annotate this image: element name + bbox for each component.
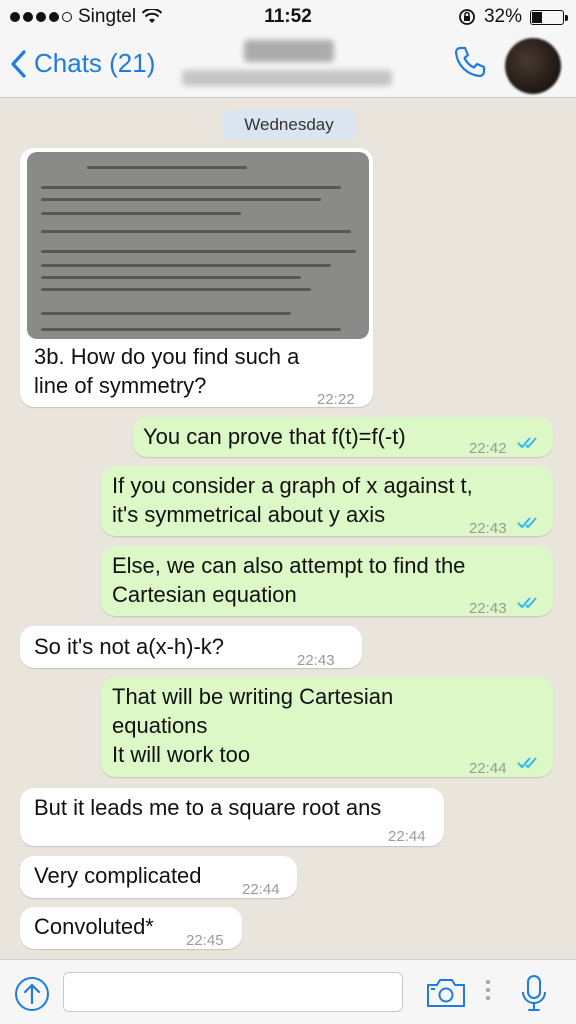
message-timestamp: 22:44 (388, 828, 426, 845)
message-incoming[interactable]: Very complicated 22:44 (20, 856, 297, 898)
message-text: So it's not a(x-h)-k? (34, 634, 225, 659)
message-text: If you consider a graph of x against t, … (112, 473, 473, 527)
contact-subtitle-redacted (182, 70, 392, 86)
upload-arrow-icon (15, 977, 49, 1011)
message-text: But it leads me to a square root ans (34, 795, 382, 820)
chevron-left-icon (11, 49, 26, 78)
voice-message-button[interactable] (521, 974, 547, 1017)
call-button[interactable] (452, 44, 488, 85)
message-text: You can prove that f(t)=f(-t) (143, 424, 406, 449)
composer-bar (0, 959, 576, 1024)
message-text: Convoluted* (34, 914, 154, 939)
message-incoming[interactable]: Convoluted* 22:45 (20, 907, 242, 949)
camera-button[interactable] (426, 978, 466, 1013)
message-outgoing[interactable]: You can prove that f(t)=f(-t) 22:42 (133, 417, 553, 457)
message-text: That will be writing Cartesian equations… (112, 684, 394, 767)
date-separator: Wednesday (222, 110, 356, 140)
message-timestamp: 22:42 (469, 440, 507, 457)
rotation-lock-icon (459, 9, 475, 25)
message-incoming[interactable]: So it's not a(x-h)-k? 22:43 (20, 626, 362, 669)
double-check-icon (517, 757, 537, 769)
camera-icon (427, 979, 465, 1007)
more-options-icon[interactable] (486, 980, 490, 1000)
message-incoming[interactable]: 3b. How do you find such a line of symme… (20, 148, 373, 408)
back-button-label: Chats (21) (34, 48, 156, 78)
message-timestamp: 22:44 (242, 881, 280, 898)
battery-icon (530, 9, 568, 25)
message-list: Wednesday 3b. How do you find such a lin… (0, 99, 576, 959)
status-bar: Singtel 11:52 32% (0, 0, 576, 34)
contact-avatar[interactable] (505, 38, 561, 94)
battery-percent: 32% (483, 6, 522, 27)
message-incoming[interactable]: But it leads me to a square root ans 22:… (20, 788, 444, 846)
contact-name-redacted[interactable] (244, 40, 334, 62)
message-timestamp: 22:22 (317, 391, 355, 408)
chat-header: Chats (21) (0, 34, 576, 98)
attach-button[interactable] (14, 976, 50, 1017)
message-input[interactable] (63, 972, 403, 1012)
double-check-icon (517, 517, 537, 529)
status-right: 32% (458, 6, 568, 28)
double-check-icon (517, 597, 537, 609)
double-check-icon (517, 437, 537, 449)
back-button[interactable]: Chats (21) (10, 48, 155, 79)
message-timestamp: 22:45 (186, 932, 224, 949)
message-outgoing[interactable]: Else, we can also attempt to find the Ca… (101, 546, 553, 617)
message-text: Very complicated (34, 863, 202, 888)
message-timestamp: 22:43 (469, 600, 507, 617)
phone-icon (454, 46, 486, 78)
message-timestamp: 22:44 (469, 760, 507, 777)
message-timestamp: 22:43 (297, 652, 335, 669)
message-timestamp: 22:43 (469, 520, 507, 537)
microphone-icon (522, 975, 546, 1011)
message-photo[interactable] (27, 152, 369, 339)
message-outgoing[interactable]: If you consider a graph of x against t, … (101, 466, 553, 537)
message-text: 3b. How do you find such a line of symme… (34, 344, 300, 398)
message-text: Else, we can also attempt to find the Ca… (112, 553, 466, 607)
message-outgoing[interactable]: That will be writing Cartesian equations… (101, 677, 553, 777)
